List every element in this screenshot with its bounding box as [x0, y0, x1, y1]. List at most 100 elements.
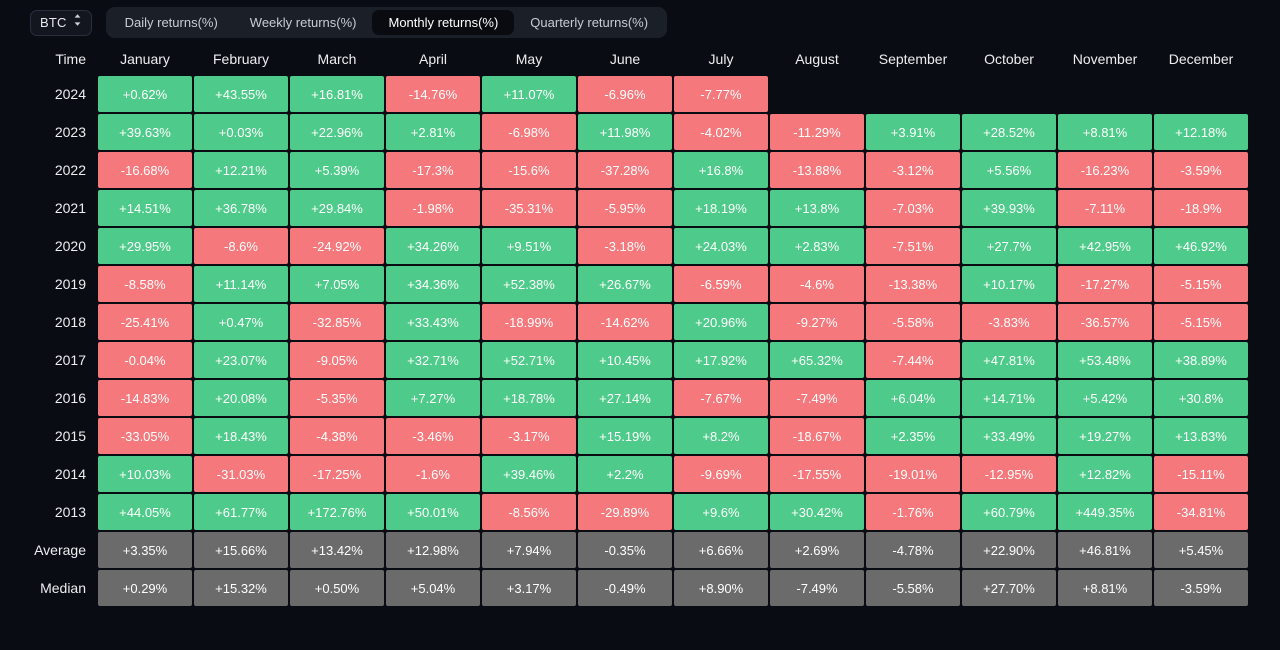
return-cell[interactable]: -15.11% — [1154, 456, 1248, 492]
return-cell[interactable]: +27.7% — [962, 228, 1056, 264]
return-cell[interactable]: -3.17% — [482, 418, 576, 454]
return-cell[interactable]: +3.17% — [482, 570, 576, 606]
return-cell[interactable]: -36.57% — [1058, 304, 1152, 340]
return-cell[interactable]: +26.67% — [578, 266, 672, 302]
return-cell[interactable]: +3.35% — [98, 532, 192, 568]
return-cell[interactable]: +0.47% — [194, 304, 288, 340]
return-cell[interactable]: +18.43% — [194, 418, 288, 454]
tab-weekly-returns[interactable]: Weekly returns(%) — [234, 10, 373, 35]
return-cell[interactable]: -31.03% — [194, 456, 288, 492]
return-cell[interactable]: +2.2% — [578, 456, 672, 492]
return-cell[interactable]: +50.01% — [386, 494, 480, 530]
return-cell[interactable] — [770, 76, 864, 112]
return-cell[interactable]: +11.07% — [482, 76, 576, 112]
return-cell[interactable]: -8.6% — [194, 228, 288, 264]
return-cell[interactable]: +0.29% — [98, 570, 192, 606]
return-cell[interactable]: +17.92% — [674, 342, 768, 378]
return-cell[interactable]: +19.27% — [1058, 418, 1152, 454]
return-cell[interactable]: +15.19% — [578, 418, 672, 454]
return-cell[interactable]: -17.25% — [290, 456, 384, 492]
return-cell[interactable]: -8.56% — [482, 494, 576, 530]
symbol-selector[interactable]: BTC — [30, 9, 92, 36]
return-cell[interactable]: -5.35% — [290, 380, 384, 416]
return-cell[interactable]: +0.03% — [194, 114, 288, 150]
return-cell[interactable]: +172.76% — [290, 494, 384, 530]
return-cell[interactable]: -14.76% — [386, 76, 480, 112]
return-cell[interactable]: +8.90% — [674, 570, 768, 606]
return-cell[interactable]: +38.89% — [1154, 342, 1248, 378]
return-cell[interactable]: +12.18% — [1154, 114, 1248, 150]
return-cell[interactable]: +22.96% — [290, 114, 384, 150]
return-cell[interactable]: +14.51% — [98, 190, 192, 226]
return-cell[interactable]: -4.6% — [770, 266, 864, 302]
return-cell[interactable]: +33.49% — [962, 418, 1056, 454]
return-cell[interactable]: +16.81% — [290, 76, 384, 112]
return-cell[interactable]: -16.68% — [98, 152, 192, 188]
return-cell[interactable]: +7.94% — [482, 532, 576, 568]
return-cell[interactable]: -8.58% — [98, 266, 192, 302]
return-cell[interactable]: +44.05% — [98, 494, 192, 530]
return-cell[interactable]: -33.05% — [98, 418, 192, 454]
return-cell[interactable]: +39.46% — [482, 456, 576, 492]
return-cell[interactable]: -9.05% — [290, 342, 384, 378]
return-cell[interactable]: +52.38% — [482, 266, 576, 302]
return-cell[interactable]: -35.31% — [482, 190, 576, 226]
return-cell[interactable]: +24.03% — [674, 228, 768, 264]
return-cell[interactable]: -3.18% — [578, 228, 672, 264]
return-cell[interactable]: -7.49% — [770, 570, 864, 606]
return-cell[interactable]: +449.35% — [1058, 494, 1152, 530]
return-cell[interactable]: +30.42% — [770, 494, 864, 530]
return-cell[interactable]: +29.95% — [98, 228, 192, 264]
return-cell[interactable]: -9.69% — [674, 456, 768, 492]
return-cell[interactable]: +18.78% — [482, 380, 576, 416]
return-cell[interactable]: +43.55% — [194, 76, 288, 112]
return-cell[interactable]: +5.39% — [290, 152, 384, 188]
return-cell[interactable]: +0.50% — [290, 570, 384, 606]
return-cell[interactable] — [1058, 76, 1152, 112]
return-cell[interactable]: -3.59% — [1154, 152, 1248, 188]
return-cell[interactable]: -32.85% — [290, 304, 384, 340]
return-cell[interactable] — [962, 76, 1056, 112]
return-cell[interactable]: -3.59% — [1154, 570, 1248, 606]
return-cell[interactable]: -6.98% — [482, 114, 576, 150]
return-cell[interactable]: -37.28% — [578, 152, 672, 188]
return-cell[interactable]: -5.95% — [578, 190, 672, 226]
tab-monthly-returns[interactable]: Monthly returns(%) — [372, 10, 515, 35]
return-cell[interactable]: +9.51% — [482, 228, 576, 264]
return-cell[interactable]: +52.71% — [482, 342, 576, 378]
return-cell[interactable]: -19.01% — [866, 456, 960, 492]
return-cell[interactable]: -4.38% — [290, 418, 384, 454]
return-cell[interactable]: -17.27% — [1058, 266, 1152, 302]
return-cell[interactable]: +8.81% — [1058, 570, 1152, 606]
return-cell[interactable]: -5.58% — [866, 570, 960, 606]
return-cell[interactable]: +22.90% — [962, 532, 1056, 568]
return-cell[interactable]: +60.79% — [962, 494, 1056, 530]
return-cell[interactable]: -14.62% — [578, 304, 672, 340]
return-cell[interactable] — [1154, 76, 1248, 112]
return-cell[interactable]: -12.95% — [962, 456, 1056, 492]
return-cell[interactable]: -11.29% — [770, 114, 864, 150]
return-cell[interactable]: -7.03% — [866, 190, 960, 226]
return-cell[interactable]: +36.78% — [194, 190, 288, 226]
return-cell[interactable]: -17.55% — [770, 456, 864, 492]
return-cell[interactable]: +33.43% — [386, 304, 480, 340]
return-cell[interactable]: -34.81% — [1154, 494, 1248, 530]
return-cell[interactable]: -29.89% — [578, 494, 672, 530]
return-cell[interactable]: -14.83% — [98, 380, 192, 416]
return-cell[interactable]: +5.56% — [962, 152, 1056, 188]
return-cell[interactable]: +34.26% — [386, 228, 480, 264]
return-cell[interactable]: +15.32% — [194, 570, 288, 606]
return-cell[interactable]: -6.96% — [578, 76, 672, 112]
return-cell[interactable]: +10.45% — [578, 342, 672, 378]
return-cell[interactable]: +16.8% — [674, 152, 768, 188]
return-cell[interactable]: +9.6% — [674, 494, 768, 530]
return-cell[interactable]: -4.78% — [866, 532, 960, 568]
return-cell[interactable]: +39.93% — [962, 190, 1056, 226]
return-cell[interactable]: +10.03% — [98, 456, 192, 492]
return-cell[interactable]: +27.14% — [578, 380, 672, 416]
return-cell[interactable]: +2.83% — [770, 228, 864, 264]
return-cell[interactable]: -1.6% — [386, 456, 480, 492]
return-cell[interactable]: +13.42% — [290, 532, 384, 568]
return-cell[interactable]: -3.46% — [386, 418, 480, 454]
return-cell[interactable]: +65.32% — [770, 342, 864, 378]
